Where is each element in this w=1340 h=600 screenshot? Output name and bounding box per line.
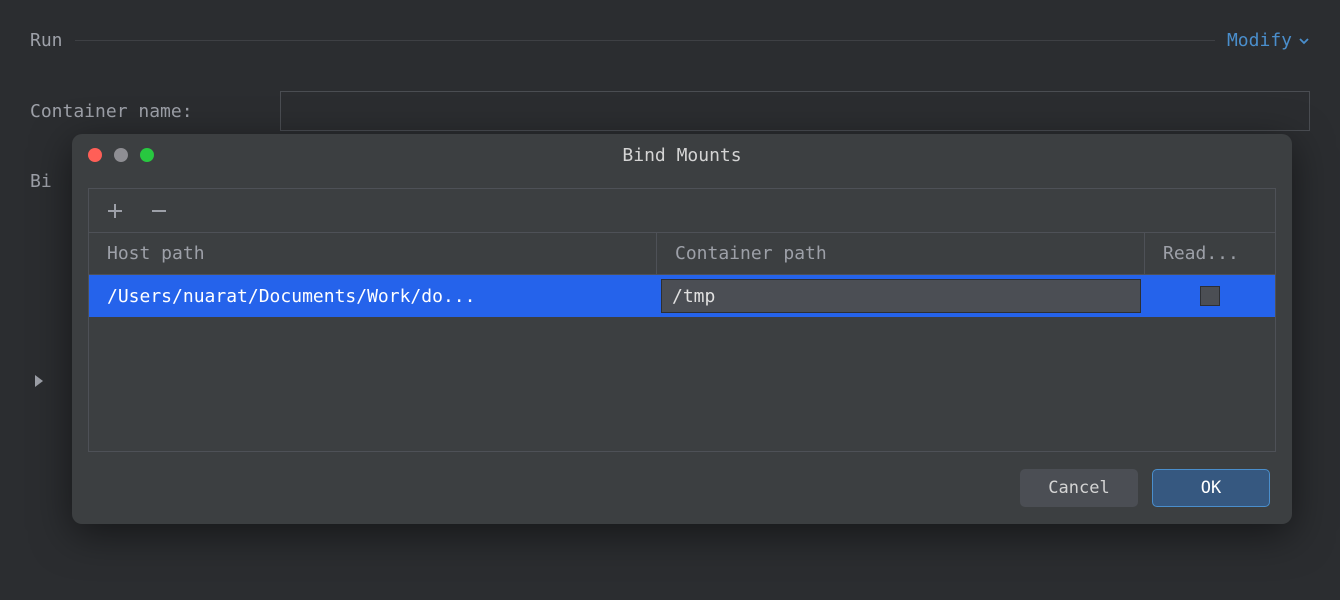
modify-link[interactable]: Modify	[1227, 30, 1310, 51]
dialog-title: Bind Mounts	[622, 145, 741, 166]
section-divider	[75, 40, 1215, 41]
minus-icon	[150, 202, 168, 220]
run-section-label: Run	[30, 30, 63, 51]
dialog-titlebar: Bind Mounts	[72, 134, 1292, 176]
chevron-down-icon	[1298, 35, 1310, 47]
maximize-window-button[interactable]	[140, 148, 154, 162]
cancel-button[interactable]: Cancel	[1020, 469, 1138, 507]
add-row-button[interactable]	[103, 199, 127, 223]
container-name-label: Container name:	[30, 101, 260, 122]
column-header-container-path[interactable]: Container path	[657, 233, 1145, 274]
container-path-input[interactable]	[661, 279, 1141, 313]
bind-mounts-dialog: Bind Mounts Host path C	[72, 134, 1292, 524]
modify-link-text: Modify	[1227, 30, 1292, 51]
remove-row-button[interactable]	[147, 199, 171, 223]
plus-icon	[106, 202, 124, 220]
table-empty-area	[89, 317, 1275, 451]
dialog-footer: Cancel OK	[72, 452, 1292, 524]
expand-arrow-icon[interactable]	[35, 375, 43, 387]
column-header-read-only[interactable]: Read...	[1145, 233, 1275, 274]
minimize-window-button[interactable]	[114, 148, 128, 162]
table-toolbar	[89, 189, 1275, 233]
table-header: Host path Container path Read...	[89, 233, 1275, 275]
bind-mounts-table: Host path Container path Read... /Users/…	[88, 188, 1276, 452]
column-header-host-path[interactable]: Host path	[89, 233, 657, 274]
table-row[interactable]: /Users/nuarat/Documents/Work/do...	[89, 275, 1275, 317]
host-path-cell[interactable]: /Users/nuarat/Documents/Work/do...	[89, 275, 657, 317]
traffic-lights	[88, 148, 154, 162]
read-only-checkbox[interactable]	[1200, 286, 1220, 306]
container-path-cell	[657, 275, 1145, 317]
read-only-cell	[1145, 275, 1275, 317]
close-window-button[interactable]	[88, 148, 102, 162]
container-name-input[interactable]	[280, 91, 1310, 131]
ok-button[interactable]: OK	[1152, 469, 1270, 507]
